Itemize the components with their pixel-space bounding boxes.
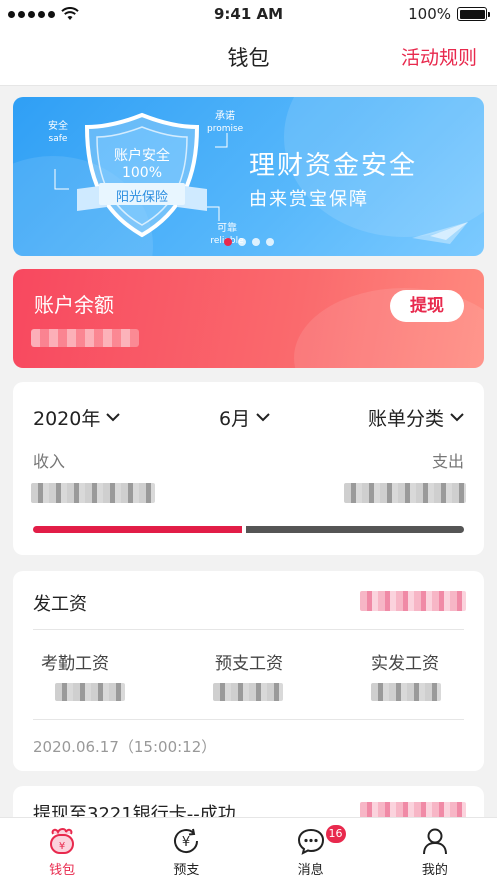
tab-advance[interactable]: ¥ 预支 <box>124 818 248 883</box>
banner-subline: 由来赏宝保障 <box>249 189 369 210</box>
pagination-dot-2[interactable] <box>237 238 246 246</box>
category-value: 账单分类 <box>367 408 444 430</box>
income-amount-masked <box>31 483 155 503</box>
category-selector[interactable]: 账单分类 <box>368 404 464 431</box>
actual-wage-label: 实发工资 <box>371 654 439 674</box>
transaction-card[interactable]: 发工资 考勤工资 预支工资 实发工资 2020.06.17（15:00:12） <box>13 571 484 771</box>
tag-promise-cn: 承诺 <box>215 111 235 122</box>
balance-amount-masked <box>31 329 139 347</box>
wifi-icon <box>61 7 79 20</box>
battery-icon <box>457 7 490 21</box>
year-selector[interactable]: 2020年 <box>33 404 121 431</box>
tag-safe-cn: 安全 <box>48 121 68 132</box>
shield-graphic: 安全 safe 承诺 promise 可靠 reliable 账户安全 100%… <box>47 107 244 247</box>
battery-percent: 100% <box>408 5 451 23</box>
wallet-icon: ¥ <box>50 828 75 854</box>
tab-bar: ¥ 钱包 ¥ 预支 16 消息 我的 <box>0 817 497 883</box>
transaction-amount-masked <box>360 591 466 611</box>
nav-bar: 钱包 活动规则 <box>0 28 497 86</box>
chevron-down-icon <box>450 413 464 422</box>
advance-wage-masked <box>213 683 283 701</box>
divider <box>33 629 464 630</box>
withdraw-button[interactable]: 提现 <box>390 290 464 322</box>
month-selector[interactable]: 6月 <box>219 404 270 431</box>
shield-ribbon: 阳光保险 <box>115 190 168 205</box>
signal-icon <box>8 10 55 18</box>
svg-text:¥: ¥ <box>182 835 190 850</box>
unread-badge: 16 <box>325 825 346 843</box>
income-label: 收入 <box>33 452 66 471</box>
year-value: 2020年 <box>33 408 101 430</box>
chevron-down-icon <box>256 413 270 422</box>
actual-wage-masked <box>371 683 441 701</box>
transaction-time: 2020.06.17（15:00:12） <box>33 738 217 756</box>
tab-profile[interactable]: 我的 <box>373 818 497 883</box>
income-expense-bar <box>33 526 464 533</box>
attendance-wage-label: 考勤工资 <box>41 654 109 674</box>
shield-percent: 100% <box>121 165 163 181</box>
expense-amount-masked <box>344 483 466 503</box>
chevron-down-icon <box>106 413 121 422</box>
activity-rules-link[interactable]: 活动规则 <box>401 43 477 70</box>
pagination-dot-3[interactable] <box>251 238 260 246</box>
tag-safe-en: safe <box>48 134 68 144</box>
pagination-dot-1[interactable] <box>223 238 232 246</box>
summary-card: 2020年 6月 账单分类 收入 支出 <box>13 382 484 555</box>
banner-pagination[interactable] <box>13 238 484 246</box>
tag-reliable-cn: 可靠 <box>217 223 237 234</box>
shield-text: 账户安全 <box>114 148 170 164</box>
divider <box>33 719 464 720</box>
message-icon <box>297 828 324 855</box>
tab-label: 我的 <box>421 863 448 878</box>
balance-card: 账户余额 提现 <box>13 269 484 368</box>
tab-label: 钱包 <box>49 863 76 878</box>
transaction-title: 发工资 <box>33 594 87 615</box>
yuan-refresh-icon: ¥ <box>174 828 199 854</box>
filter-row: 2020年 6月 账单分类 <box>33 404 464 430</box>
status-bar: 9:41 AM 100% <box>0 0 497 28</box>
month-value: 6月 <box>219 408 251 430</box>
svg-text:¥: ¥ <box>59 841 65 852</box>
income-bar <box>33 526 242 533</box>
tag-promise-en: promise <box>207 124 244 134</box>
advance-wage-label: 预支工资 <box>215 654 283 674</box>
status-right: 100% <box>408 5 490 23</box>
tab-label: 预支 <box>173 863 200 878</box>
tab-label: 消息 <box>297 863 324 878</box>
attendance-wage-masked <box>55 683 125 701</box>
user-icon <box>422 828 447 855</box>
tab-messages[interactable]: 16 消息 <box>249 818 373 883</box>
banner-headline: 理财资金安全 <box>249 151 418 181</box>
balance-title: 账户余额 <box>34 293 114 317</box>
expense-label: 支出 <box>431 452 464 471</box>
promo-banner[interactable]: 安全 safe 承诺 promise 可靠 reliable 账户安全 100%… <box>13 97 484 256</box>
pagination-dot-4[interactable] <box>265 238 274 246</box>
status-left <box>8 7 79 21</box>
tab-wallet[interactable]: ¥ 钱包 <box>0 818 124 883</box>
expense-bar <box>246 526 464 533</box>
